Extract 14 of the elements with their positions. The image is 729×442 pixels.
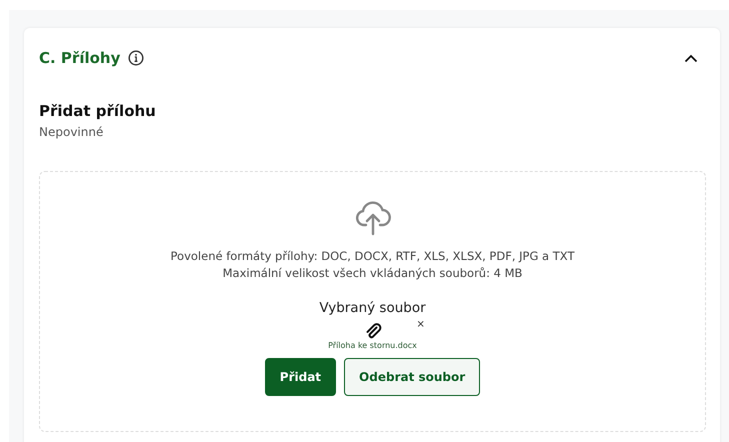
file-name: Příloha ke stornu.docx: [328, 340, 417, 352]
drop-zone[interactable]: Povolené formáty přílohy: DOC, DOCX, RTF, XLS, XLSX, PDF, JPG a TXT Maximální velikost všech vkládaných souborů: 4 MB Vybraný soubor Příloha ke stornu.docx × Přidat Odebrat soubor: [39, 170, 706, 432]
field-label: Přidat přílohu: [39, 101, 157, 122]
chevron-icon[interactable]: [684, 54, 698, 64]
remove-file-button[interactable]: ×: [416, 320, 425, 330]
paperclip-icon: [364, 322, 382, 340]
size-limit-text: Maximální velikost všech vkládaných souborů: 4 MB: [222, 264, 524, 282]
remove-button[interactable]: Odebrat soubor: [344, 358, 480, 396]
optional-hint: Nepovinné: [39, 124, 104, 140]
selected-file-heading: Vybraný soubor: [318, 298, 427, 318]
info-icon[interactable]: [128, 50, 144, 66]
section-title: C. Přílohy: [39, 48, 120, 69]
add-button[interactable]: Přidat: [264, 358, 336, 396]
formats-text: Povolené formáty přílohy: DOC, DOCX, RTF, XLS, XLSX, PDF, JPG a TXT: [170, 248, 576, 264]
